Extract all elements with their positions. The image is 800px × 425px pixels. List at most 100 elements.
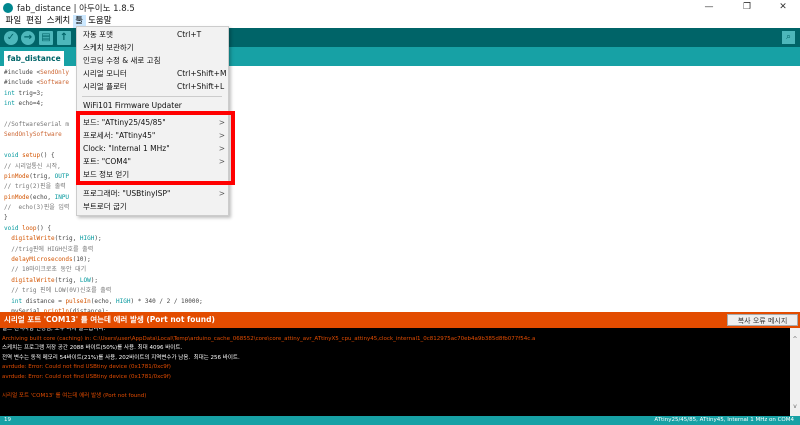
code-token: HIGH [79, 235, 95, 243]
code-token: #include < [4, 79, 41, 87]
code-token: //SoftwareSerial m [4, 120, 70, 128]
menu-item[interactable]: 시리얼 모니터 Ctrl+Shift+M [83, 68, 227, 80]
menu-file[interactable]: 파일 [3, 15, 24, 28]
window-title: fab_distance | 아두이노 1.8.5 [17, 3, 135, 14]
menu-item-shortcut: Ctrl+Shift+M [177, 69, 227, 78]
board-info: ATtiny25/45/85, ATtiny45, Internal 1 MHz… [654, 417, 794, 423]
menu-item-label: WiFi101 Firmware Updater [83, 101, 182, 110]
menu-item-label: 인코딩 수정 & 새로 고침 [83, 56, 161, 65]
console-line: avrdude: Error: Could not find USBtiny d… [2, 373, 171, 380]
code-token: pinMode [4, 193, 30, 201]
code-line: // 10마이크로초 동안 대기 [4, 265, 800, 275]
code-token: loop [22, 224, 37, 232]
error-header: 시리얼 포트 'COM13' 를 여는데 에러 발생 (Port not fou… [0, 312, 800, 328]
code-token: () { [36, 224, 51, 232]
line-number: 19 [4, 417, 11, 423]
menu-item-label: 시리얼 모니터 [83, 69, 127, 78]
minimize-button[interactable]: — [694, 0, 724, 15]
code-token: INPU [54, 193, 70, 201]
menu-separator [82, 96, 222, 97]
code-token: ); [94, 235, 102, 243]
code-token: distance = [22, 297, 66, 305]
menu-item[interactable]: 시리얼 플로터 Ctrl+Shift+L [83, 81, 224, 93]
menu-item[interactable]: 자동 포맷 Ctrl+T [83, 29, 223, 41]
console-line: 전역 변수는 동적 메모리 54바이트(21%)를 사용, 202바이트의 지역… [2, 354, 240, 361]
tab-fab-distance[interactable]: fab_distance [4, 51, 64, 66]
code-token: int [11, 297, 23, 305]
menu-item-label: 스케치 보관하기 [83, 43, 134, 52]
menu-item-label: 부트로더 굽기 [83, 202, 127, 211]
code-token: (trig, [29, 172, 55, 180]
code-token: digitalWrite [11, 235, 55, 243]
code-line: int distance = pulseIn(echo, HIGH) * 340… [4, 297, 800, 307]
code-token: SendOnly [40, 69, 70, 76]
code-token: pinMode [4, 172, 30, 180]
upload-button[interactable]: → [21, 31, 35, 45]
code-token: //trig핀에 HIGH신호를 출력 [4, 245, 94, 253]
status-bar: 19 ATtiny25/45/85, ATtiny45, Internal 1 … [0, 416, 800, 425]
code-line: //trig핀에 HIGH신호를 출력 [4, 245, 800, 255]
code-token: Software [40, 79, 70, 87]
code-token: setup [22, 152, 41, 160]
code-token: (trig, [54, 235, 80, 243]
code-token: (10); [72, 256, 91, 264]
console-line: Archiving built core (caching) in: C:\Us… [2, 335, 536, 342]
code-token: LOW [79, 276, 91, 284]
console-line: 스케치는 프로그램 저장 공간 2088 바이트(50%)를 사용. 최대 40… [2, 345, 183, 352]
code-token: void [4, 224, 19, 232]
code-token: ) * 340 / 2 / 10000; [130, 297, 203, 305]
menu-edit[interactable]: 편집 [24, 15, 45, 28]
code-token: digitalWrite [11, 276, 55, 284]
menu-item-label: 프로그래머: "USBtinyISP" [83, 189, 171, 198]
code-token: (echo, [90, 297, 117, 305]
title-bar: fab_distance | 아두이노 1.8.5 — ❐ ✕ [0, 0, 800, 15]
code-token: ); [90, 276, 98, 284]
code-line: // trig 핀에 LOW(0V)신호를 출력 [4, 286, 800, 296]
chevron-right-icon: > [218, 189, 225, 198]
console-line: avrdude: Error: Could not find USBtiny d… [2, 364, 171, 371]
menu-item[interactable]: 인코딩 수정 & 새로 고침 [83, 55, 223, 67]
code-token: (trig, [54, 276, 80, 284]
verify-button[interactable]: ✓ [4, 31, 18, 45]
code-token: echo=4; [14, 100, 44, 108]
copy-error-button[interactable]: 복사 오류 메시지 [727, 314, 798, 326]
code-token: (echo, [29, 193, 55, 201]
code-token: // trig 핀에 LOW(0V)신호를 출력 [4, 287, 112, 295]
menu-item-shortcut: Ctrl+T [177, 30, 202, 39]
menu-item[interactable]: 프로그래머: "USBtinyISP" > [83, 188, 225, 200]
close-button[interactable]: ✕ [768, 0, 798, 15]
code-token: int [4, 89, 15, 97]
code-token: // 10마이크로초 동안 대기 [4, 266, 87, 274]
code-token: () { [40, 152, 55, 160]
menu-item-label: 시리얼 플로터 [83, 82, 127, 91]
menu-item[interactable]: 부트로더 굽기 [83, 201, 223, 213]
error-message: 시리얼 포트 'COM13' 를 여는데 에러 발생 (Port not fou… [4, 315, 215, 324]
code-token: // echo(3)핀을 입력 [4, 204, 70, 212]
console-output: 빌드 선택사항 변경됨, 모두 다시 빌드합니다. Archiving built… [0, 328, 800, 416]
highlight-box [76, 111, 235, 185]
arduino-logo-icon [3, 2, 13, 13]
code-token: pulseIn [65, 297, 91, 305]
code-line: digitalWrite(trig, HIGH); [4, 234, 800, 244]
console-line: 시리얼 포트 'COM13' 를 여는데 에러 발생 (Port not fou… [2, 393, 147, 400]
code-line: digitalWrite(trig, LOW); [4, 276, 800, 286]
menu-sketch[interactable]: 스케치 [44, 15, 72, 28]
new-button[interactable]: ▤ [39, 31, 53, 45]
serial-monitor-button[interactable]: ⌕ [782, 31, 795, 44]
code-token: #include < [4, 69, 41, 76]
menu-item-label: 자동 포맷 [83, 30, 113, 39]
code-token: } [4, 214, 8, 222]
menu-item[interactable]: 스케치 보관하기 [83, 42, 223, 54]
code-token: HIGH [116, 297, 131, 305]
code-token: delayMicroseconds [11, 256, 73, 264]
code-token: int [4, 100, 15, 108]
console-line: 빌드 선택사항 변경됨, 모두 다시 빌드합니다. [2, 328, 106, 332]
code-token: OUTP [54, 172, 70, 180]
code-line: void loop() { [4, 224, 800, 234]
open-button[interactable]: ↑ [57, 31, 71, 45]
code-token: // trig(2)핀을 출력 [4, 183, 66, 191]
console-scrollbar[interactable]: ^ v [790, 328, 800, 416]
code-token: void [4, 152, 19, 160]
maximize-button[interactable]: ❐ [732, 0, 762, 15]
code-token: // 시리얼통신 시작, [4, 162, 61, 170]
